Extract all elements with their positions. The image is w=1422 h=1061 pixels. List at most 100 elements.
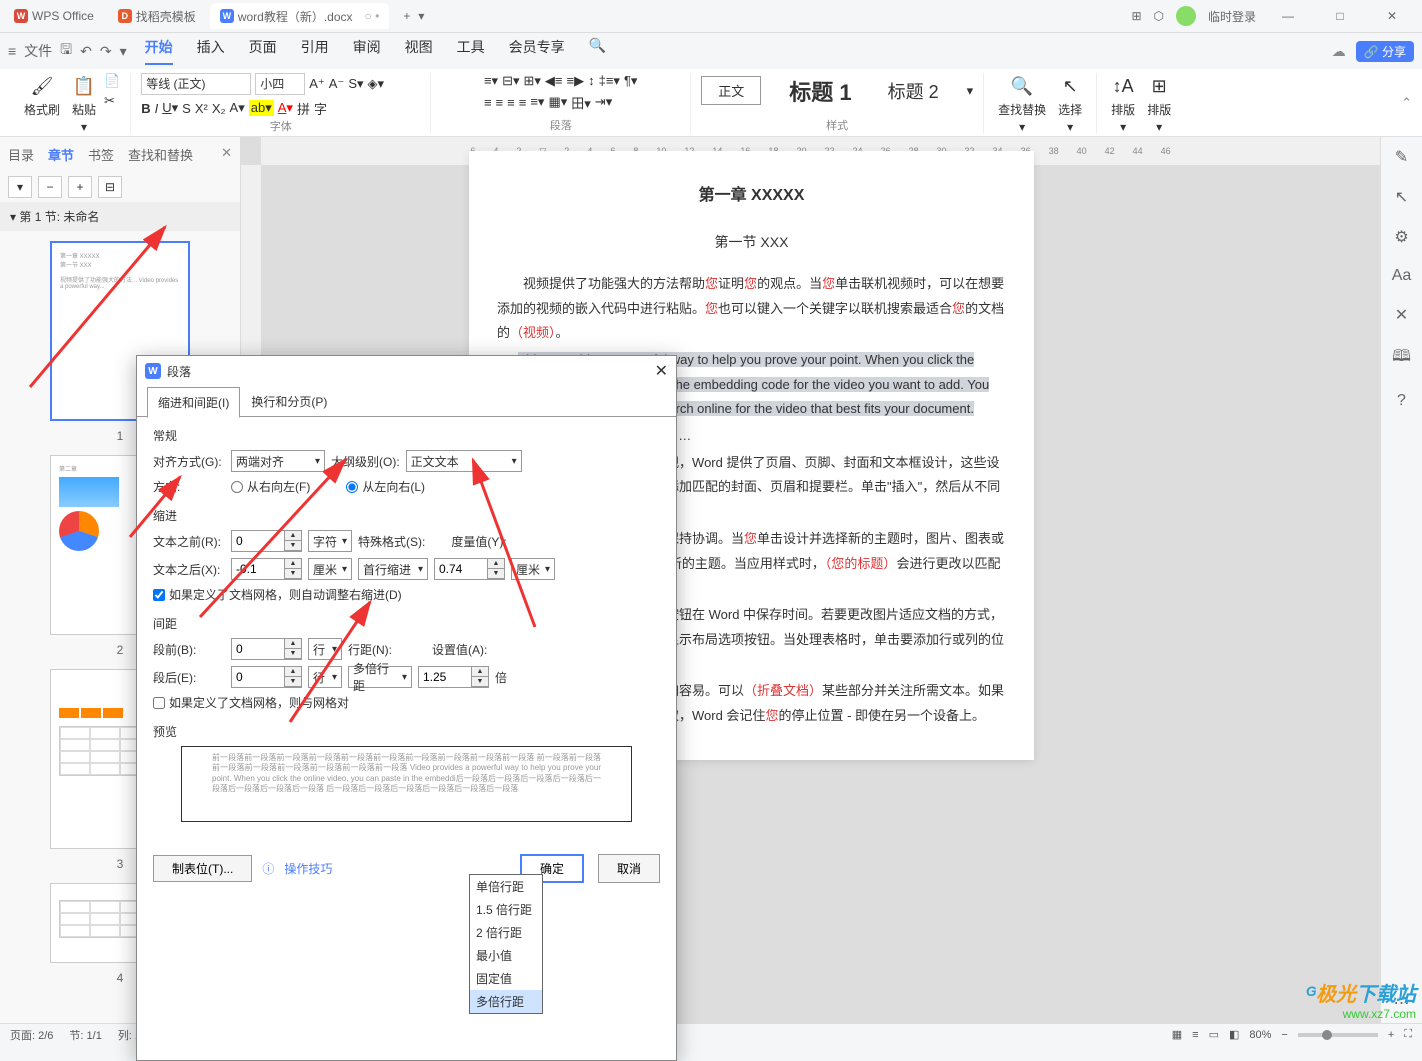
increase-font-icon[interactable]: A⁺ (309, 76, 325, 92)
bookmark-icon[interactable]: 🕮 (1392, 345, 1411, 372)
sort-icon[interactable]: ↕ (588, 73, 595, 88)
font-name-select[interactable]: 等线 (正文) (141, 73, 251, 95)
help-icon[interactable]: ? (1397, 392, 1406, 410)
align-right-icon[interactable]: ≡ (507, 95, 515, 110)
special-format-select[interactable]: 首行缩进 (358, 558, 428, 580)
nav-plus-button[interactable]: + (68, 176, 92, 198)
cancel-button[interactable]: 取消 (598, 854, 660, 883)
font-size-select[interactable]: 小四 (255, 73, 305, 95)
change-case-icon[interactable]: Ѕ▾ (348, 76, 363, 92)
dialog-titlebar[interactable]: W 段落 ✕ (137, 356, 676, 386)
tips-link[interactable]: 操作技巧 (284, 860, 332, 877)
enclose-icon[interactable]: 字 (314, 99, 327, 118)
decrease-font-icon[interactable]: A⁻ (329, 76, 345, 92)
share-button[interactable]: 🔗 分享 (1356, 41, 1414, 62)
find-replace-button[interactable]: 🔍查找替换▾ (994, 73, 1050, 136)
menu-icon[interactable]: ≡ (8, 43, 16, 59)
status-section[interactable]: 节: 1/1 (69, 1027, 101, 1043)
styles-more-icon[interactable]: ▾ (967, 83, 974, 99)
direction-ltr-radio[interactable]: 从左向右(L) (346, 478, 425, 495)
subscript-icon[interactable]: X₂ (212, 101, 226, 116)
after-unit-select[interactable]: 厘米 (308, 558, 352, 580)
tab-view[interactable]: 视图 (405, 37, 433, 65)
dropdown-option-single[interactable]: 单倍行距 (470, 875, 542, 898)
tab-page[interactable]: 页面 (249, 37, 277, 65)
redo-icon[interactable]: ↷ (100, 43, 112, 60)
shading-icon[interactable]: ▦▾ (548, 94, 567, 110)
nav-minus-button[interactable]: − (38, 176, 62, 198)
tab-review[interactable]: 审阅 (353, 37, 381, 65)
increase-indent-icon[interactable]: ≡▶ (567, 73, 585, 89)
sa-unit-select[interactable]: 行 (308, 666, 342, 688)
tab-tools[interactable]: 工具 (457, 37, 485, 65)
cut-icon[interactable]: ✂ (104, 93, 120, 109)
close-window-button[interactable]: ✕ (1372, 0, 1412, 33)
nav-collapse-button[interactable]: ▾ (8, 176, 32, 198)
tab-templates[interactable]: D找稻壳模板 (108, 3, 206, 29)
line-spacing-icon[interactable]: ‡≡▾ (599, 73, 620, 89)
select-button[interactable]: ↖选择▾ (1054, 73, 1086, 136)
nav-tab-sections[interactable]: 章节 (48, 145, 74, 164)
set-value-spin[interactable]: ▲▼ (418, 666, 489, 688)
tab-document[interactable]: Wword教程（新）.docx○ • (210, 3, 390, 29)
tab-wps-home[interactable]: WWPS Office (4, 3, 104, 29)
underline-icon[interactable]: U▾ (162, 100, 178, 116)
font-color-icon[interactable]: A▾ (278, 100, 293, 116)
layout-button[interactable]: ↕A排版▾ (1107, 73, 1139, 136)
space-after-spin[interactable]: ▲▼ (231, 666, 302, 688)
nav-tab-find[interactable]: 查找和替换 (128, 145, 193, 164)
align-left-icon[interactable]: ≡ (484, 95, 492, 110)
phonetic-icon[interactable]: 拼 (297, 99, 310, 118)
fullscreen-icon[interactable]: ⛶ (1404, 1028, 1412, 1041)
highlight-icon[interactable]: ab▾ (249, 100, 274, 116)
dropdown-option-1.5[interactable]: 1.5 倍行距 (470, 898, 542, 921)
italic-icon[interactable]: I (155, 101, 159, 116)
style-normal[interactable]: 正文 (701, 76, 761, 105)
style-heading1[interactable]: 标题 1 (781, 73, 859, 109)
show-marks-icon[interactable]: ¶▾ (624, 73, 638, 89)
view-outline-icon[interactable]: ≡ (1192, 1029, 1198, 1041)
dropdown-option-fixed[interactable]: 固定值 (470, 967, 542, 990)
dropdown-option-double[interactable]: 2 倍行距 (470, 921, 542, 944)
nav-close-icon[interactable]: ✕ (221, 145, 232, 164)
auto-indent-checkbox[interactable]: 如果定义了文档网格，则自动调整右缩进(D) (153, 586, 660, 603)
cloud-icon[interactable]: ☁ (1332, 43, 1346, 60)
superscript-icon[interactable]: X² (195, 101, 208, 116)
numbering-icon[interactable]: ⊟▾ (502, 73, 519, 89)
zoom-slider[interactable] (1298, 1033, 1378, 1037)
dialog-tab-pagebreak[interactable]: 换行和分页(P) (240, 386, 338, 417)
strike-icon[interactable]: S (182, 101, 191, 116)
tab-add[interactable]: +▾ (393, 3, 434, 29)
status-page[interactable]: 页面: 2/6 (10, 1027, 53, 1043)
tabs-icon[interactable]: ⇥▾ (595, 94, 612, 110)
bold-icon[interactable]: B (141, 101, 150, 116)
package-icon[interactable]: ⬡ (1154, 9, 1164, 23)
outline-select[interactable]: 正文文本 (406, 450, 522, 472)
direction-rtl-radio[interactable]: 从右向左(F) (231, 478, 310, 495)
select-icon[interactable]: ↖ (1395, 187, 1408, 207)
save-icon[interactable]: 🖫 (60, 39, 72, 63)
undo-icon[interactable]: ↶ (80, 43, 92, 60)
dropdown-option-min[interactable]: 最小值 (470, 944, 542, 967)
alignment-select[interactable]: 两端对齐 (231, 450, 325, 472)
tab-home[interactable]: 开始 (145, 37, 173, 65)
align-center-icon[interactable]: ≡ (496, 95, 504, 110)
maximize-button[interactable]: □ (1320, 0, 1360, 33)
avatar-icon[interactable] (1176, 6, 1196, 26)
settings2-icon[interactable]: ⚙ (1394, 227, 1408, 247)
nav-tab-toc[interactable]: 目录 (8, 145, 34, 164)
text-effect-icon[interactable]: A▾ (230, 100, 245, 116)
nav-list-button[interactable]: ⊟ (98, 176, 122, 198)
qat-more-icon[interactable]: ▾ (120, 43, 127, 60)
style-heading2[interactable]: 标题 2 (880, 76, 947, 106)
before-unit-select[interactable]: 字符 (308, 530, 352, 552)
space-before-spin[interactable]: ▲▼ (231, 638, 302, 660)
tabstops-button[interactable]: 制表位(T)... (153, 855, 252, 882)
format-painter-button[interactable]: 🖌格式刷 (20, 73, 64, 120)
distribute-icon[interactable]: ≡▾ (530, 94, 544, 110)
file-menu[interactable]: 文件 (24, 41, 52, 61)
search-icon[interactable]: 🔍 (589, 37, 606, 65)
copy-icon[interactable]: 📄 (104, 73, 120, 89)
decrease-indent-icon[interactable]: ◀≡ (545, 73, 563, 89)
borders-icon[interactable]: 田▾ (571, 93, 591, 112)
